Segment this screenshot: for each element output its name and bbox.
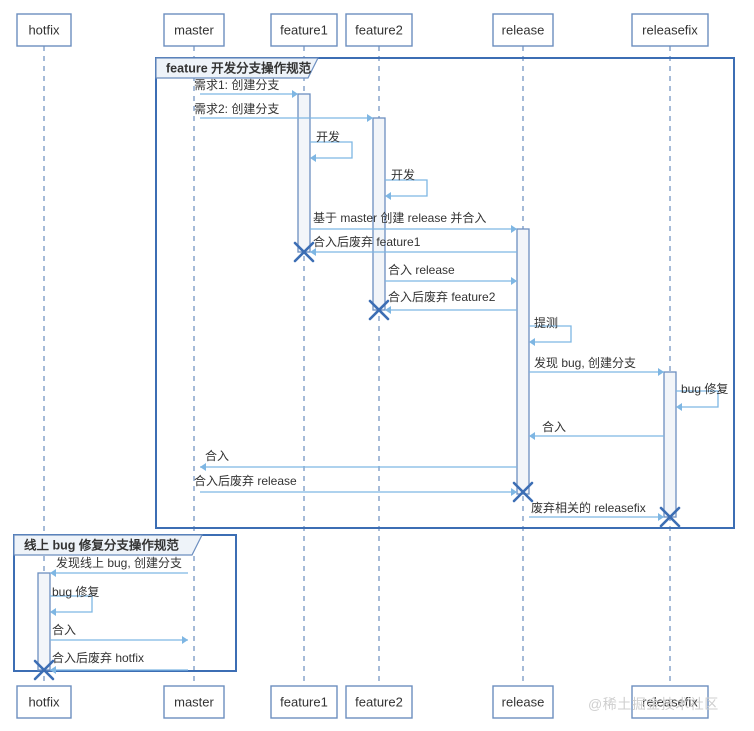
participant-label-feature2: feature2 [355, 694, 403, 709]
message-m4: 开发 [385, 167, 428, 200]
participant-label-feature1: feature1 [280, 22, 328, 37]
message-label-m6: 合入后废弃 feature1 [313, 234, 421, 249]
feature-fragment-label: feature 开发分支操作规范 [166, 60, 312, 75]
message-label-m3: 开发 [316, 129, 340, 144]
participant-top-feature2[interactable]: feature2 [345, 13, 413, 47]
participant-label-master: master [174, 22, 214, 37]
participant-label-release: release [502, 22, 545, 37]
participant-label-hotfix: hotfix [28, 694, 60, 709]
message-m15: 废弃相关的 releasefix [529, 500, 664, 521]
message-label-m14: 合入后废弃 release [194, 473, 297, 488]
message-label-m12: 合入 [542, 419, 566, 434]
message-label-m19: 合入后废弃 hotfix [52, 650, 144, 665]
message-m19: 合入后废弃 hotfix [50, 650, 188, 674]
message-m12: 合入 [529, 419, 664, 440]
message-m11: bug 修复 [676, 381, 728, 411]
participant-top-hotfix[interactable]: hotfix [16, 13, 72, 47]
message-m10: 发现 bug, 创建分支 [529, 355, 664, 376]
message-label-m5: 基于 master 创建 release 并合入 [313, 210, 486, 225]
message-m3: 开发 [310, 129, 353, 162]
message-label-m2: 需求2: 创建分支 [194, 102, 279, 116]
participant-bottom-release[interactable]: release [492, 685, 554, 719]
participant-top-feature1[interactable]: feature1 [270, 13, 338, 47]
message-m14: 合入后废弃 release [194, 473, 517, 496]
message-label-m17: bug 修复 [52, 584, 99, 599]
message-label-m16: 发现线上 bug, 创建分支 [56, 555, 182, 570]
hotfix-fragment-label: 线上 bug 修复分支操作规范 [24, 537, 179, 552]
participant-bottom-feature1[interactable]: feature1 [270, 685, 338, 719]
message-m16: 发现线上 bug, 创建分支 [50, 555, 188, 577]
hotfix-activation [37, 572, 51, 671]
participant-label-release: release [502, 694, 545, 709]
message-label-m8: 合入后废弃 feature2 [388, 289, 496, 304]
destroy-marks-layer [33, 241, 681, 681]
message-m17: bug 修复 [50, 584, 99, 616]
message-label-m13: 合入 [205, 448, 229, 463]
participant-top-master[interactable]: master [163, 13, 225, 47]
message-label-m18: 合入 [52, 622, 76, 637]
message-m5: 基于 master 创建 release 并合入 [310, 210, 517, 233]
participant-label-feature2: feature2 [355, 22, 403, 37]
message-m9: 提测 [529, 315, 572, 346]
participant-top-releasefix[interactable]: releasefix [631, 13, 709, 47]
message-m8: 合入后废弃 feature2 [385, 289, 517, 314]
message-m1: 需求1: 创建分支 [194, 78, 298, 98]
watermark: @稀土掘金技术社区 [588, 696, 719, 712]
participant-label-hotfix: hotfix [28, 22, 60, 37]
message-label-m9: 提测 [534, 315, 558, 330]
participant-top-release[interactable]: release [492, 13, 554, 47]
activations-layer [37, 93, 677, 671]
message-label-m11: bug 修复 [681, 381, 728, 396]
message-m18: 合入 [50, 622, 188, 644]
releasefix-activation [663, 371, 677, 518]
participant-label-feature1: feature1 [280, 694, 328, 709]
message-m7: 合入 release [385, 262, 517, 285]
message-label-m1: 需求1: 创建分支 [194, 78, 279, 92]
participant-bottom-master[interactable]: master [163, 685, 225, 719]
diagram-canvas: feature 开发分支操作规范线上 bug 修复分支操作规范 需求1: 创建分… [13, 13, 735, 719]
message-label-m10: 发现 bug, 创建分支 [534, 355, 636, 370]
participant-label-master: master [174, 694, 214, 709]
release-activation [516, 228, 530, 495]
message-label-m4: 开发 [391, 167, 415, 182]
message-label-m15: 废弃相关的 releasefix [531, 500, 646, 515]
messages-layer: 需求1: 创建分支需求2: 创建分支开发开发基于 master 创建 relea… [50, 78, 728, 674]
sequence-diagram: feature 开发分支操作规范线上 bug 修复分支操作规范 需求1: 创建分… [0, 0, 754, 731]
message-m2: 需求2: 创建分支 [194, 102, 373, 122]
message-m6: 合入后废弃 feature1 [310, 234, 517, 256]
participant-label-releasefix: releasefix [642, 22, 698, 37]
participant-bottom-hotfix[interactable]: hotfix [16, 685, 72, 719]
participant-bottom-feature2[interactable]: feature2 [345, 685, 413, 719]
message-label-m7: 合入 release [388, 262, 455, 277]
message-m13: 合入 [200, 448, 517, 471]
